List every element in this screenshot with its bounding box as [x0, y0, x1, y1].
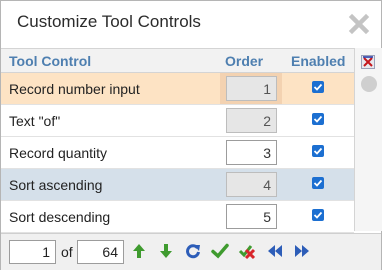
order-input[interactable]: [226, 204, 277, 229]
close-icon[interactable]: [348, 13, 370, 35]
cancel-icon[interactable]: [238, 242, 256, 260]
table-row[interactable]: Record quantity: [1, 137, 354, 169]
of-text: of: [61, 244, 73, 260]
enabled-checkbox[interactable]: [312, 209, 324, 221]
dialog-titlebar: Customize Tool Controls: [1, 1, 381, 48]
enabled-checkbox[interactable]: [312, 145, 324, 157]
enabled-checkbox[interactable]: [312, 177, 324, 189]
customize-tool-controls-dialog: Customize Tool Controls Tool Control Ord…: [0, 0, 382, 270]
previous-icon[interactable]: [266, 242, 284, 260]
order-cell: [220, 137, 282, 168]
table-row[interactable]: Sort ascending: [1, 169, 354, 201]
record-number-input[interactable]: [9, 240, 56, 264]
order-cell: [220, 169, 282, 200]
order-input[interactable]: [226, 108, 277, 133]
record-quantity-field: [77, 240, 124, 264]
next-icon[interactable]: [293, 242, 311, 260]
tool-control-label: Sort ascending: [9, 177, 103, 193]
enabled-checkbox[interactable]: [312, 113, 324, 125]
column-header-tool-control[interactable]: Tool Control: [9, 53, 91, 69]
tool-control-label: Record quantity: [9, 145, 108, 161]
apply-check-icon[interactable]: [211, 242, 229, 260]
order-input[interactable]: [226, 140, 277, 165]
reset-columns-icon[interactable]: [361, 55, 375, 69]
table-row[interactable]: Record number input: [1, 73, 354, 105]
move-down-icon[interactable]: [157, 242, 175, 260]
table-row[interactable]: Sort descending: [1, 201, 354, 233]
tool-control-label: Text "of": [9, 113, 61, 129]
tool-control-label: Record number input: [9, 81, 140, 97]
order-cell: [220, 73, 282, 104]
grid-header: Tool Control Order Enabled: [1, 48, 354, 73]
column-header-enabled[interactable]: Enabled: [291, 53, 345, 69]
tool-control-label: Sort descending: [9, 209, 111, 225]
scroll-handle[interactable]: [361, 76, 377, 92]
refresh-icon[interactable]: [184, 242, 202, 260]
column-header-order[interactable]: Order: [225, 53, 263, 69]
bottom-toolbar: of: [1, 233, 381, 270]
enabled-checkbox[interactable]: [312, 81, 324, 93]
order-input[interactable]: [226, 172, 277, 197]
dialog-title: Customize Tool Controls: [17, 12, 201, 31]
order-cell: [220, 105, 282, 136]
move-up-icon[interactable]: [130, 242, 148, 260]
order-input[interactable]: [226, 76, 277, 101]
order-cell: [220, 201, 282, 232]
grid-side-column: [354, 48, 382, 231]
table-row[interactable]: Text "of": [1, 105, 354, 137]
